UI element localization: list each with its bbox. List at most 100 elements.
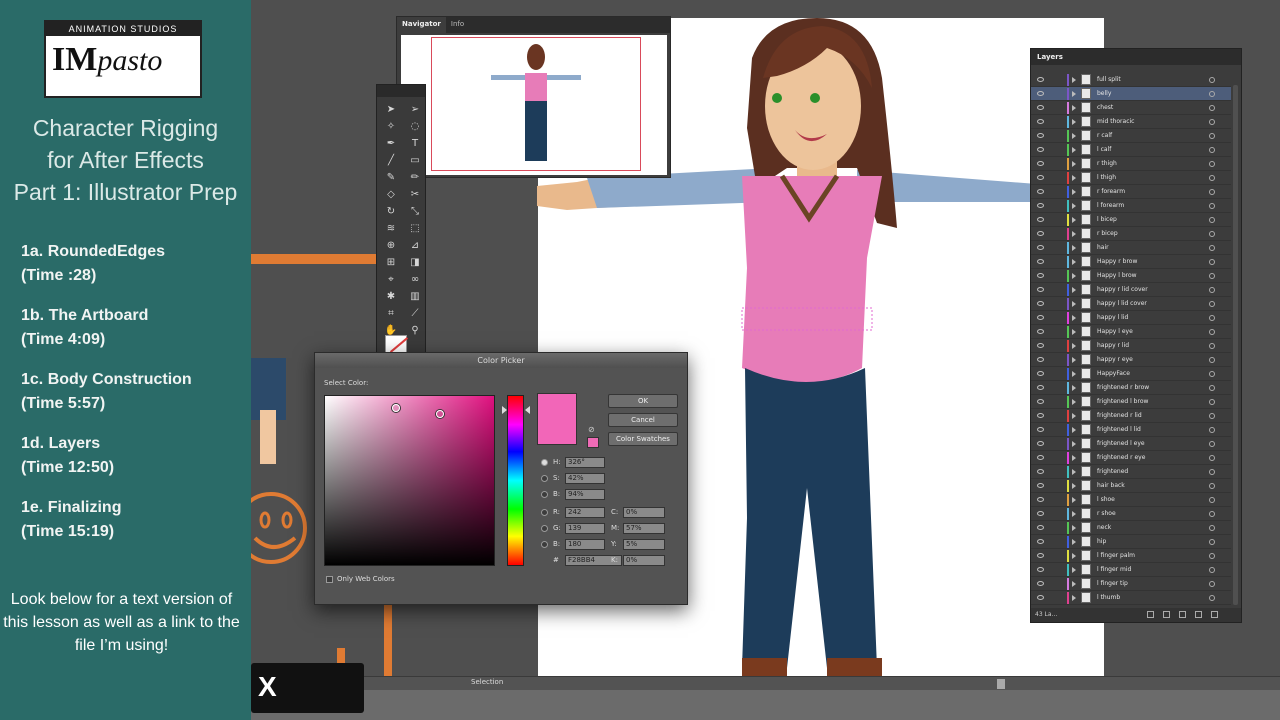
layer-row[interactable]: l finger palm <box>1031 549 1231 563</box>
shape-builder-tool-icon[interactable]: ⊕ <box>383 239 399 253</box>
visibility-eye-icon[interactable] <box>1037 315 1044 320</box>
visibility-eye-icon[interactable] <box>1037 161 1044 166</box>
layer-target-icon[interactable] <box>1209 581 1215 587</box>
close-icon[interactable]: X <box>258 672 277 702</box>
layer-name[interactable]: frightened <box>1097 468 1128 475</box>
expand-arrow-icon[interactable] <box>1072 175 1076 181</box>
layer-row[interactable]: HappyFace <box>1031 367 1231 381</box>
visibility-eye-icon[interactable] <box>1037 455 1044 460</box>
tab-info[interactable]: Info <box>446 17 469 33</box>
expand-arrow-icon[interactable] <box>1072 497 1076 503</box>
line-tool-icon[interactable]: ╱ <box>383 154 399 168</box>
layer-row[interactable]: r bicep <box>1031 227 1231 241</box>
slice-tool-icon[interactable]: ⟋ <box>407 307 423 321</box>
color-picker-title[interactable]: Color Picker <box>315 353 687 368</box>
expand-arrow-icon[interactable] <box>1072 553 1076 559</box>
lasso-tool-icon[interactable]: ◌ <box>407 120 423 134</box>
close-overlay-button[interactable]: X <box>251 663 364 713</box>
layer-target-icon[interactable] <box>1209 539 1215 545</box>
layer-name[interactable]: frightened l lid <box>1097 426 1141 433</box>
layer-target-icon[interactable] <box>1209 399 1215 405</box>
layer-target-icon[interactable] <box>1209 427 1215 433</box>
artboard-tool-icon[interactable]: ⌗ <box>383 307 399 321</box>
green-radio[interactable] <box>541 524 548 532</box>
layer-target-icon[interactable] <box>1209 343 1215 349</box>
layer-target-icon[interactable] <box>1209 413 1215 419</box>
hue-slider-left-arrow[interactable] <box>502 406 507 414</box>
expand-arrow-icon[interactable] <box>1072 91 1076 97</box>
layer-target-icon[interactable] <box>1209 259 1215 265</box>
selection-tool-icon[interactable]: ➤ <box>383 103 399 117</box>
free-transform-tool-icon[interactable]: ⬚ <box>407 222 423 236</box>
mesh-tool-icon[interactable]: ⊞ <box>383 256 399 270</box>
layer-target-icon[interactable] <box>1209 357 1215 363</box>
layer-name[interactable]: neck <box>1097 524 1111 531</box>
layer-row[interactable]: frightened l lid <box>1031 423 1231 437</box>
layer-row[interactable]: frightened l eye <box>1031 437 1231 451</box>
layers-list[interactable]: full split belly chest mid thoracic r calf l … <box>1031 73 1231 605</box>
expand-arrow-icon[interactable] <box>1072 147 1076 153</box>
layers-scrollbar[interactable] <box>1233 85 1238 605</box>
layer-row[interactable]: happy r lid <box>1031 339 1231 353</box>
layer-target-icon[interactable] <box>1209 483 1215 489</box>
new-sublayer-icon[interactable] <box>1179 611 1186 618</box>
hue-radio[interactable] <box>541 458 548 466</box>
layer-target-icon[interactable] <box>1209 567 1215 573</box>
layer-target-icon[interactable] <box>1209 497 1215 503</box>
layer-name[interactable]: chest <box>1097 104 1113 111</box>
expand-arrow-icon[interactable] <box>1072 133 1076 139</box>
layer-target-icon[interactable] <box>1209 273 1215 279</box>
navigator-panel[interactable]: Navigator Info <box>396 16 671 178</box>
layer-name[interactable]: happy r lid cover <box>1097 286 1148 293</box>
layer-name[interactable]: l bicep <box>1097 216 1117 223</box>
layer-name[interactable]: frightened l eye <box>1097 440 1145 447</box>
layer-name[interactable]: l calf <box>1097 146 1111 153</box>
visibility-eye-icon[interactable] <box>1037 245 1044 250</box>
width-tool-icon[interactable]: ≋ <box>383 222 399 236</box>
layer-row[interactable]: happy r eye <box>1031 353 1231 367</box>
layer-name[interactable]: r calf <box>1097 132 1112 139</box>
layer-name[interactable]: hip <box>1097 538 1106 545</box>
layer-row[interactable]: Happy r brow <box>1031 255 1231 269</box>
black-input[interactable]: 0% <box>623 554 665 566</box>
layer-row[interactable]: r calf <box>1031 129 1231 143</box>
layer-target-icon[interactable] <box>1209 133 1215 139</box>
layer-target-icon[interactable] <box>1209 231 1215 237</box>
yellow-input[interactable]: 5% <box>623 538 665 550</box>
color-picker-dialog[interactable]: Color Picker Select Color: ⊘ OK Cancel C… <box>314 352 688 605</box>
visibility-eye-icon[interactable] <box>1037 259 1044 264</box>
layer-row[interactable]: hip <box>1031 535 1231 549</box>
expand-arrow-icon[interactable] <box>1072 287 1076 293</box>
magic-wand-tool-icon[interactable]: ✧ <box>383 120 399 134</box>
layer-name[interactable]: Happy r brow <box>1097 258 1137 265</box>
layer-row[interactable]: happy l lid cover <box>1031 297 1231 311</box>
saturation-input[interactable]: 42% <box>565 472 605 484</box>
layer-row[interactable]: happy r lid cover <box>1031 283 1231 297</box>
hue-slider-right-arrow[interactable] <box>525 406 530 414</box>
perspective-tool-icon[interactable]: ⊿ <box>407 239 423 253</box>
visibility-eye-icon[interactable] <box>1037 581 1044 586</box>
ok-button[interactable]: OK <box>608 394 678 408</box>
expand-arrow-icon[interactable] <box>1072 343 1076 349</box>
visibility-eye-icon[interactable] <box>1037 497 1044 502</box>
paintbrush-tool-icon[interactable]: ✎ <box>383 171 399 185</box>
gradient-tool-icon[interactable]: ◨ <box>407 256 423 270</box>
visibility-eye-icon[interactable] <box>1037 189 1044 194</box>
only-web-colors-option[interactable]: Only Web Colors <box>326 575 395 583</box>
blend-tool-icon[interactable]: ∞ <box>407 273 423 287</box>
layer-name[interactable]: mid thoracic <box>1097 118 1134 125</box>
horizontal-scroll-thumb[interactable] <box>997 679 1005 689</box>
symbol-sprayer-tool-icon[interactable]: ✱ <box>383 290 399 304</box>
layer-row[interactable]: l bicep <box>1031 213 1231 227</box>
expand-arrow-icon[interactable] <box>1072 259 1076 265</box>
visibility-eye-icon[interactable] <box>1037 329 1044 334</box>
brightness-radio[interactable] <box>541 490 548 498</box>
visibility-eye-icon[interactable] <box>1037 553 1044 558</box>
visibility-eye-icon[interactable] <box>1037 567 1044 572</box>
layer-row[interactable]: l finger mid <box>1031 563 1231 577</box>
cancel-button[interactable]: Cancel <box>608 413 678 427</box>
cyan-input[interactable]: 0% <box>623 506 665 518</box>
locate-object-icon[interactable] <box>1147 611 1154 618</box>
saturation-radio[interactable] <box>541 474 548 482</box>
layer-name[interactable]: happy r lid <box>1097 342 1129 349</box>
